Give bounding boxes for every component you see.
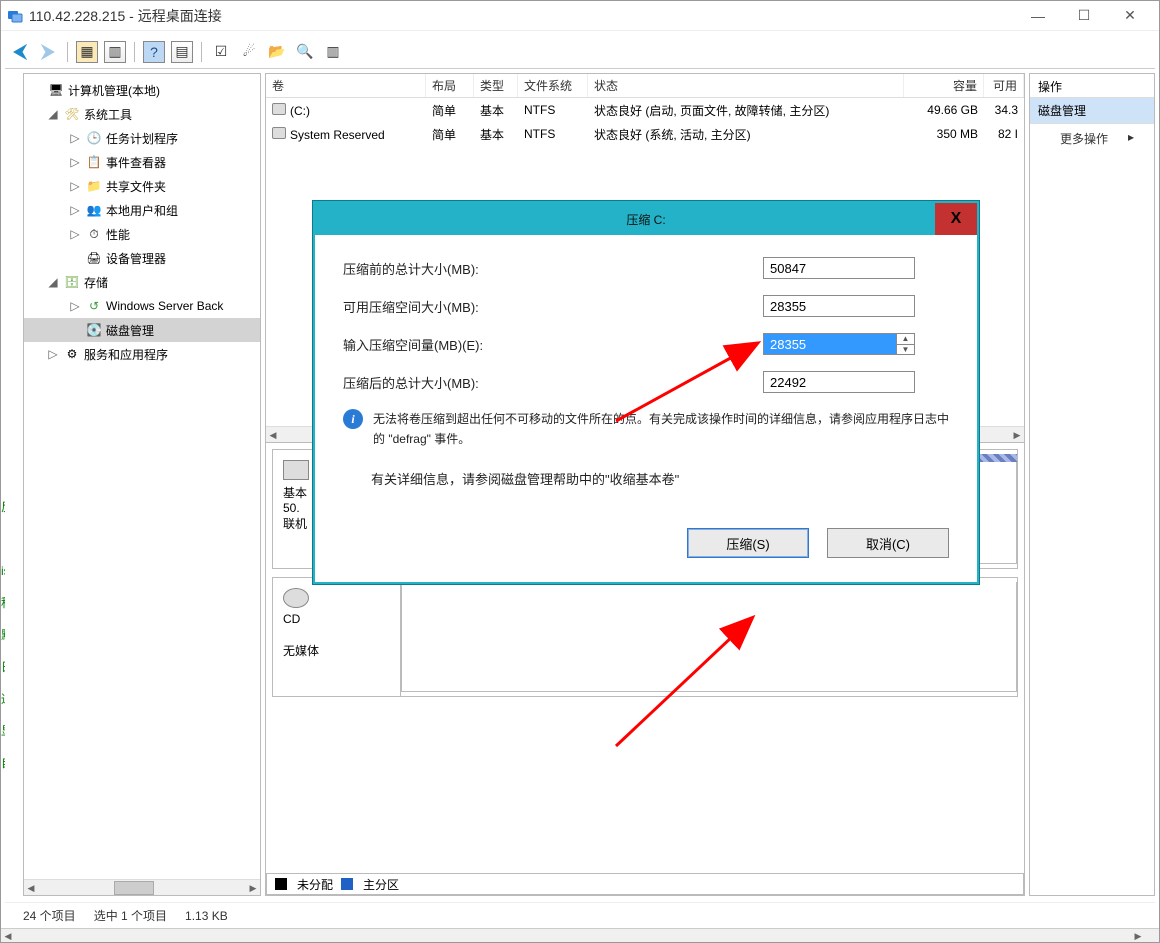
vol-header: 卷 布局 类型 文件系统 状态 容量 可用 [266, 74, 1024, 98]
tree-wsb[interactable]: ▷↺Windows Server Back [24, 294, 260, 318]
shrink-dialog: 压缩 C: X 压缩前的总计大小(MB): 50847 可用压缩空间大小(MB)… [313, 201, 979, 584]
avail-label: 可用压缩空间大小(MB): [343, 297, 653, 316]
spinner[interactable]: ▲ ▼ [897, 333, 915, 355]
vol-row-sysres[interactable]: System Reserved 简单 基本 NTFS 状态良好 (系统, 活动,… [266, 122, 1024, 146]
enter-label: 输入压缩空间量(MB)(E): [343, 335, 653, 354]
tree-shared[interactable]: ▷📁共享文件夹 [24, 174, 260, 198]
legend-unalloc-swatch [275, 878, 287, 890]
spin-up[interactable]: ▲ [897, 334, 914, 345]
legend: 未分配 主分区 [266, 873, 1024, 895]
outer-hscroll[interactable]: ◀▶ [1, 928, 1159, 942]
col-fs[interactable]: 文件系统 [518, 74, 588, 97]
rdp-icon [7, 8, 23, 24]
avail-value: 28355 [763, 295, 915, 317]
tool-4[interactable]: ☄ [238, 41, 260, 63]
disk-icon [283, 460, 309, 480]
minimize-button[interactable]: — [1015, 1, 1061, 31]
mmc-toolbar: ⮜ ⮞ ▦ ▥ ? ▤ ☑ ☄ 📂 🔍 ▥ [5, 35, 1155, 69]
tree-hscroll[interactable]: ◀▶ [24, 879, 260, 895]
tree-device[interactable]: 🖨设备管理器 [24, 246, 260, 270]
before-label: 压缩前的总计大小(MB): [343, 259, 653, 278]
left-strip [5, 73, 23, 896]
col-layout[interactable]: 布局 [426, 74, 474, 97]
col-status[interactable]: 状态 [588, 74, 904, 97]
view-button[interactable]: ▤ [171, 41, 193, 63]
col-volume[interactable]: 卷 [266, 74, 426, 97]
tree-storage[interactable]: ◢🗄存储 [24, 270, 260, 294]
status-items: 24 个项目 [23, 907, 76, 924]
help-button[interactable]: ? [143, 41, 165, 63]
info-icon: i [343, 409, 363, 429]
enter-input[interactable] [763, 333, 897, 355]
maximize-button[interactable]: ☐ [1061, 1, 1107, 31]
before-value: 50847 [763, 257, 915, 279]
rdp-title: 110.42.228.215 - 远程桌面连接 [29, 6, 222, 26]
tool-5[interactable]: 📂 [266, 41, 288, 63]
tool-3[interactable]: ☑ [210, 41, 232, 63]
back-button[interactable]: ⮜ [9, 41, 31, 63]
status-selected: 选中 1 个项目 [94, 907, 167, 924]
rdp-titlebar: 110.42.228.215 - 远程桌面连接 — ☐ ✕ [1, 1, 1159, 31]
tree-perf[interactable]: ▷⏱性能 [24, 222, 260, 246]
cd-box[interactable]: CD 无媒体 [272, 577, 1018, 697]
tree-users[interactable]: ▷👥本地用户和组 [24, 198, 260, 222]
tree-root[interactable]: 🖥计算机管理(本地) [24, 78, 260, 102]
col-cap[interactable]: 容量 [904, 74, 984, 97]
tree-task[interactable]: ▷🕒任务计划程序 [24, 126, 260, 150]
actions-selected: 磁盘管理 [1030, 98, 1154, 124]
cancel-button[interactable]: 取消(C) [827, 528, 949, 558]
col-type[interactable]: 类型 [474, 74, 518, 97]
tree-event[interactable]: ▷📋事件查看器 [24, 150, 260, 174]
tree-diskmgmt[interactable]: 💽磁盘管理 [24, 318, 260, 342]
tool-button-1[interactable]: ▦ [76, 41, 98, 63]
tool-6[interactable]: 🔍 [294, 41, 316, 63]
actions-pane: 操作 磁盘管理 更多操作 ▸ [1029, 73, 1155, 896]
dialog-title[interactable]: 压缩 C: X [315, 203, 977, 235]
tree-sys-tools[interactable]: ◢🛠系统工具 [24, 102, 260, 126]
vol-row-c[interactable]: (C:) 简单 基本 NTFS 状态良好 (启动, 页面文件, 故障转储, 主分… [266, 98, 1024, 122]
statusbar: 24 个项目 选中 1 个项目 1.13 KB [5, 902, 1155, 928]
after-label: 压缩后的总计大小(MB): [343, 373, 653, 392]
tool-button-2[interactable]: ▥ [104, 41, 126, 63]
dialog-note: i 无法将卷压缩到超出任何不可移动的文件所在的点。有关完成该操作时间的详细信息，… [343, 409, 949, 449]
col-free[interactable]: 可用 [984, 74, 1024, 97]
cd-icon [283, 588, 309, 608]
actions-more[interactable]: 更多操作 ▸ [1030, 124, 1154, 153]
forward-button[interactable]: ⮞ [37, 41, 59, 63]
volume-icon [272, 127, 286, 139]
tree-pane: 🖥计算机管理(本地) ◢🛠系统工具 ▷🕒任务计划程序 ▷📋事件查看器 ▷📁共享文… [23, 73, 261, 896]
tool-7[interactable]: ▥ [322, 41, 344, 63]
dialog-help: 有关详细信息，请参阅磁盘管理帮助中的"收缩基本卷" [371, 469, 949, 488]
tree-services[interactable]: ▷⚙服务和应用程序 [24, 342, 260, 366]
close-button[interactable]: ✕ [1107, 1, 1153, 31]
legend-primary-swatch [341, 878, 353, 890]
dialog-close-button[interactable]: X [935, 203, 977, 235]
actions-header: 操作 [1030, 74, 1154, 98]
spin-down[interactable]: ▼ [897, 345, 914, 355]
shrink-button[interactable]: 压缩(S) [687, 528, 809, 558]
after-value: 22492 [763, 371, 915, 393]
status-size: 1.13 KB [185, 909, 228, 923]
volume-icon [272, 103, 286, 115]
